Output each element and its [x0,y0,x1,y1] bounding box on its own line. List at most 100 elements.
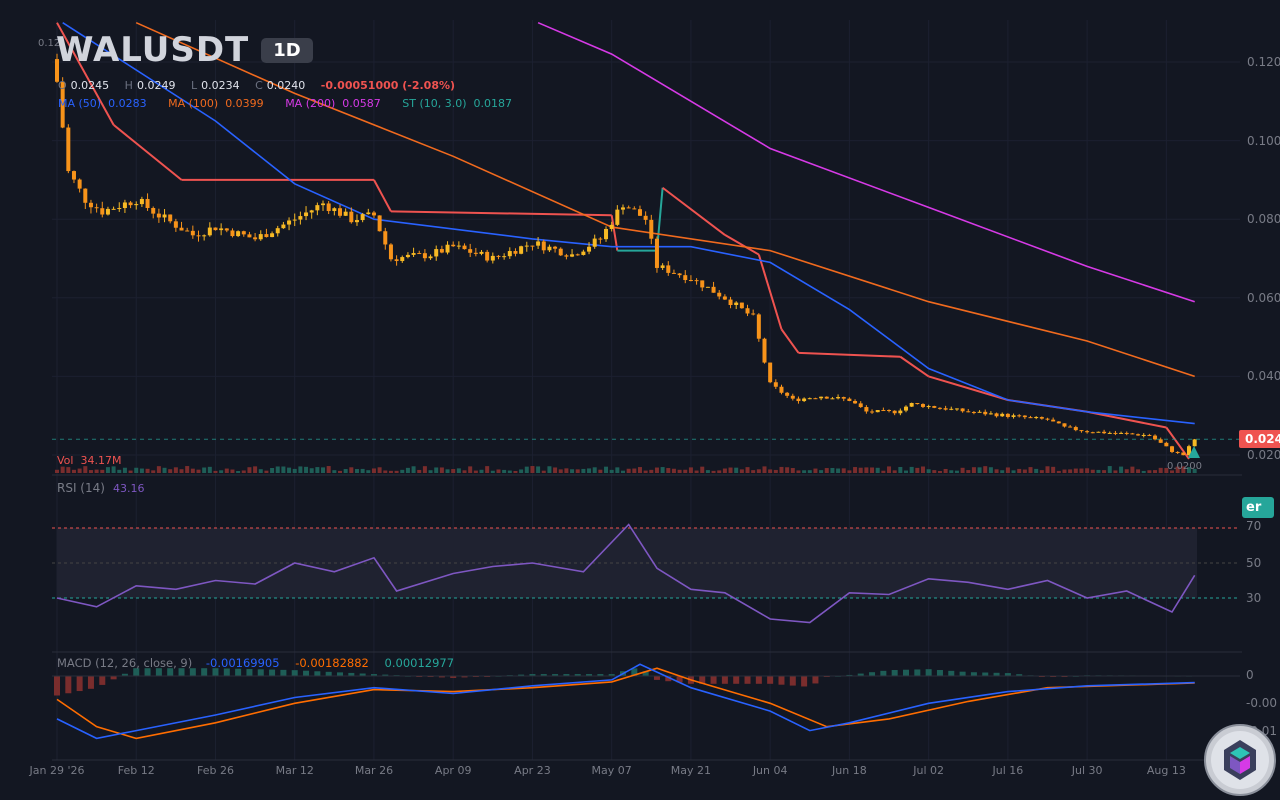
candle-body-68 [439,249,444,253]
candle-body-93 [581,251,586,255]
volume-bar-86 [541,470,546,473]
candle-body-103 [637,209,642,216]
volume-bar-181 [1079,468,1084,473]
candle-body-136 [824,396,829,399]
volume-bar-9 [105,467,110,473]
volume-bar-148 [892,470,897,473]
volume-bar-160 [960,467,965,473]
rsi-legend[interactable]: RSI (14) 43.16 [57,481,144,495]
candle-body-10 [111,208,116,210]
candle-body-52 [349,211,354,223]
st-legend[interactable]: ST (10, 3.0) 0.0187 [402,97,512,110]
macd-hist-bar-25 [337,672,343,676]
candle-body-138 [836,397,841,399]
volume-bar-166 [994,469,999,473]
candle-body-116 [711,286,716,293]
volume-bar-101 [626,468,631,473]
volume-bar-141 [853,467,858,473]
candle-body-160 [960,408,965,412]
candle-body-143 [864,407,869,412]
macd-hist-bar-82 [982,672,989,676]
volume-bar-143 [864,467,869,473]
volume-bar-23 [185,466,190,473]
volume-bar-82 [519,469,524,473]
candle-body-197 [1170,446,1175,452]
candle-body-123 [751,313,756,315]
candle-body-19 [162,214,167,218]
ma50-legend[interactable]: MA (50) 0.0283 [58,97,147,110]
candle-body-40 [281,224,286,229]
volume-bar-79 [502,469,507,473]
time-tick-9: Jun 04 [752,764,788,777]
volume-bar-142 [858,467,863,473]
volume-bar-93 [581,468,586,473]
volume-bar-16 [145,468,150,473]
volume-bar-54 [360,468,365,473]
volume-bar-107 [660,467,665,473]
timeframe-badge[interactable]: 1D [261,37,313,63]
volume-bar-99 [615,467,620,473]
candle-body-114 [700,280,705,288]
macd-hist-bar-63 [767,676,774,684]
ma100-legend[interactable]: MA (100) 0.0399 [168,97,264,110]
volume-bar-58 [383,470,388,473]
volume-bar-134 [813,468,818,473]
time-tick-14: Aug 13 [1147,764,1186,777]
volume-bar-49 [332,470,337,473]
candle-body-85 [536,241,541,246]
candle-body-190 [1130,433,1135,435]
candle-body-18 [156,213,161,218]
candle-body-105 [649,219,654,239]
candle-body-124 [756,314,761,339]
chart-canvas[interactable]: Jan 29 '26 Feb 12 Feb 26 Mar 12 Mar 26 Apr 09… [0,0,1280,800]
candle-body-127 [773,382,778,387]
volume-bar-178 [1062,469,1067,473]
volume-bar-162 [971,467,976,473]
volume-label: Vol [57,454,74,467]
volume-bar-35 [253,466,258,473]
supertrend-segment-13 [899,355,930,378]
volume-bar-104 [643,470,648,473]
side-tag[interactable]: er [1242,497,1274,518]
time-tick-6: Apr 23 [514,764,551,777]
volume-bar-179 [1068,469,1073,473]
volume-bar-31 [230,469,235,473]
supertrend-segment-17 [1165,426,1190,460]
volume-bar-114 [700,466,705,473]
macd-legend[interactable]: MACD (12, 26, close, 9) -0.00169905 -0.0… [57,656,466,670]
candle-body-169 [1011,415,1016,417]
volume-bar-182 [1085,468,1090,473]
candle-body-142 [858,403,863,408]
volume-bar-128 [779,466,784,473]
volume-bar-11 [117,469,122,473]
volume-bar-17 [151,470,156,473]
macd-hist-bar-5 [110,676,117,680]
macd-tick-1: -0.00 [1246,696,1278,710]
candle-body-73 [468,249,473,253]
candle-body-140 [847,398,852,401]
price-tick-4: 0.040 [1247,369,1280,383]
volume-bar-72 [462,470,467,473]
title-row: WALUSDT 1D [56,30,313,70]
indicator-legend: MA (50) 0.0283 MA (100) 0.0399 MA (200) … [58,97,530,110]
volume-bar-187 [1113,470,1118,473]
time-tick-1: Feb 12 [118,764,155,777]
volume-bar-57 [377,467,382,473]
symbol-title[interactable]: WALUSDT [56,30,249,70]
volume-bar-168 [1005,467,1010,473]
ma200-legend[interactable]: MA (200) 0.0587 [285,97,381,110]
macd-signal-line [56,667,1195,740]
macd-hist-bar-73 [880,670,887,676]
candle-body-46 [315,205,320,211]
volume-bar-165 [988,467,993,473]
volume-bar-0 [55,469,59,473]
volume-bar-74 [473,470,478,473]
volume-bar-56 [371,468,376,473]
volume-bar-154 [926,469,931,473]
volume-bar-156 [937,470,942,473]
volume-bar-120 [734,467,739,473]
volume-bar-4 [77,468,82,473]
candle-body-132 [802,398,807,402]
candle-body-109 [671,272,676,274]
volume-bar-123 [751,470,756,473]
